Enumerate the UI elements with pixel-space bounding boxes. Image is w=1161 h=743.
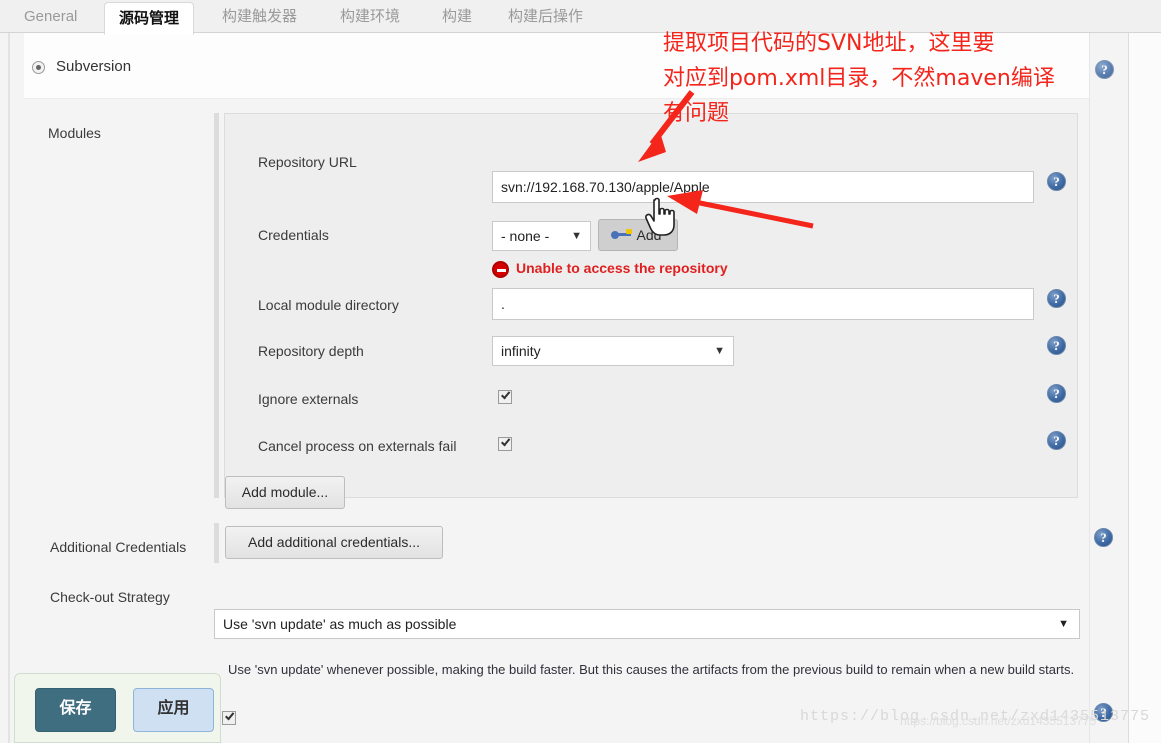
help-icon-ignore-externals[interactable]: ? [1047,384,1066,403]
repository-depth-select[interactable]: infinity ▼ [492,336,734,366]
tab-build-triggers[interactable]: 构建触发器 [208,1,311,33]
form-action-bar: 保存 应用 [14,673,221,743]
chevron-down-icon: ▼ [571,230,582,242]
credentials-add-label: Add [636,227,662,243]
save-button[interactable]: 保存 [35,688,116,732]
credentials-label: Credentials [258,227,329,243]
tab-post-build[interactable]: 构建后操作 [494,1,597,33]
add-module-button[interactable]: Add module... [225,476,345,509]
chevron-down-icon: ▼ [714,345,725,357]
cancel-process-checkbox[interactable] [498,437,512,451]
add-additional-credentials-button[interactable]: Add additional credentials... [225,526,443,559]
chevron-down-icon: ▼ [1058,618,1069,630]
credentials-add-button[interactable]: Add [598,219,678,251]
right-pane [1129,33,1161,743]
repository-error-text: Unable to access the repository [516,260,728,276]
local-module-directory-input[interactable] [492,288,1034,320]
help-icon-footer[interactable]: ? [1094,703,1113,722]
additional-credentials-handle [214,523,219,563]
help-icon-additional-credentials[interactable]: ? [1094,528,1113,547]
footer-checkbox[interactable] [222,711,236,725]
repository-url-input[interactable] [492,171,1034,203]
tab-source-management[interactable]: 源码管理 [104,2,195,35]
checkout-strategy-label: Check-out Strategy [50,589,170,605]
key-icon [611,228,633,240]
mid-rail [1089,33,1090,743]
tab-build-environment[interactable]: 构建环境 [326,1,414,33]
help-icon-local-module-directory[interactable]: ? [1047,289,1066,308]
repository-depth-label: Repository depth [258,343,364,359]
apply-button[interactable]: 应用 [133,688,214,732]
help-icon-repository-depth[interactable]: ? [1047,336,1066,355]
cancel-process-label: Cancel process on externals fail [258,438,457,454]
checkout-strategy-select[interactable]: Use 'svn update' as much as possible ▼ [214,609,1080,639]
ignore-externals-label: Ignore externals [258,391,359,407]
repository-depth-value: infinity [501,343,541,359]
ignore-externals-checkbox[interactable] [498,390,512,404]
additional-credentials-label: Additional Credentials [50,539,187,555]
modules-section-label: Modules [48,125,101,141]
credentials-select[interactable]: - none - ▼ [492,221,591,251]
module-panel-handle [214,113,219,498]
help-icon-cancel-process[interactable]: ? [1047,431,1066,450]
help-icon-repository-url[interactable]: ? [1047,172,1066,191]
checkout-strategy-description: Use 'svn update' whenever possible, maki… [228,662,1075,677]
tab-general[interactable]: General [10,1,91,33]
repository-url-label: Repository URL [258,154,357,170]
checkout-strategy-value: Use 'svn update' as much as possible [223,616,457,632]
scm-subversion-label[interactable]: Subversion [56,58,131,75]
left-rail [8,33,10,743]
radio-selected-icon[interactable] [32,61,45,74]
help-icon-top-right[interactable]: ? [1095,60,1114,79]
local-module-directory-label: Local module directory [258,297,399,313]
page-body: Subversion Modules Repository URL ? Cred… [0,33,1161,743]
credentials-selected-value: - none - [501,228,550,244]
scm-selection-row: Subversion [24,33,1089,99]
no-entry-icon [492,261,509,278]
tab-build[interactable]: 构建 [428,1,486,33]
tab-bar: General 源码管理 构建触发器 构建环境 构建 构建后操作 [0,0,1161,35]
